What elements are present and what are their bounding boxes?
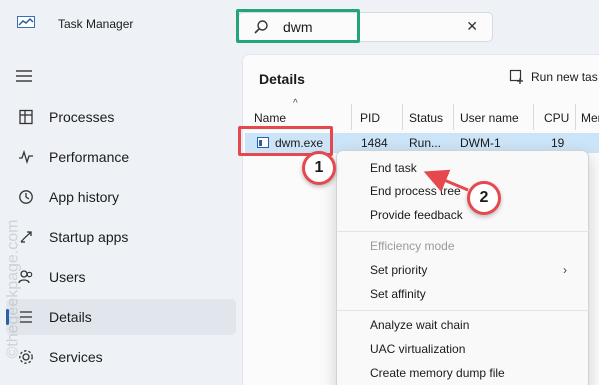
step-1-badge: 1 [302, 151, 336, 185]
column-divider[interactable] [453, 104, 454, 130]
column-header-name[interactable]: Name [254, 111, 286, 125]
sidebar-item-label: Users [49, 269, 86, 285]
cell-pid: 1484 [361, 136, 388, 150]
menu-separator [337, 310, 589, 311]
sidebar-item-services[interactable]: Services [6, 339, 236, 375]
menu-item-set-affinity[interactable]: Set affinity [370, 287, 426, 301]
app-title: Task Manager [58, 17, 134, 31]
step-2-badge: 2 [467, 181, 501, 215]
sidebar-item-details[interactable]: Details [6, 299, 236, 335]
menu-item-efficiency-mode: Efficiency mode [370, 239, 455, 253]
column-header-user-name[interactable]: User name [460, 111, 519, 125]
app-history-icon [19, 190, 33, 204]
column-header-status[interactable]: Status [409, 111, 443, 125]
menu-item-create-memory-dump[interactable]: Create memory dump file [370, 366, 505, 380]
run-new-task-button[interactable]: Run new tas [509, 69, 598, 85]
page-title: Details [259, 71, 305, 87]
run-new-task-label: Run new tas [531, 70, 598, 84]
cell-status: Run... [409, 136, 442, 150]
column-header-memory[interactable]: Mer [581, 111, 599, 125]
sidebar-item-label: Startup apps [49, 229, 129, 245]
menu-item-set-priority[interactable]: Set priority [370, 263, 427, 277]
sidebar-item-label: Details [49, 309, 92, 325]
context-menu: End task End process tree Provide feedba… [336, 150, 589, 385]
run-new-task-icon [509, 69, 523, 84]
chevron-right-icon: › [563, 263, 567, 277]
performance-icon [19, 149, 33, 165]
sidebar-item-startup-apps[interactable]: Startup apps [6, 219, 236, 255]
menu-item-end-task[interactable]: End task [370, 161, 417, 175]
cell-cpu: 19 [551, 136, 565, 150]
menu-item-analyze-wait-chain[interactable]: Analyze wait chain [370, 318, 469, 332]
menu-item-provide-feedback[interactable]: Provide feedback [370, 208, 463, 222]
cell-user-name: DWM-1 [460, 136, 501, 150]
column-header-cpu[interactable]: CPU [544, 111, 569, 125]
sidebar-item-users[interactable]: Users [6, 259, 236, 295]
sidebar-item-label: Performance [49, 149, 130, 165]
processes-icon [19, 109, 33, 125]
sidebar-item-processes[interactable]: Processes [6, 99, 236, 135]
sidebar-item-label: Services [49, 349, 103, 365]
close-icon[interactable]: ✕ [466, 18, 478, 35]
column-divider[interactable] [402, 104, 403, 130]
menu-separator [337, 231, 589, 232]
sidebar-item-performance[interactable]: Performance [6, 139, 236, 175]
sidebar-item-label: Processes [49, 109, 115, 125]
column-divider[interactable] [533, 104, 534, 130]
hamburger-menu-icon[interactable] [16, 70, 32, 82]
sidebar-item-label: App history [49, 189, 120, 205]
menu-item-end-process-tree[interactable]: End process tree [370, 184, 461, 198]
sort-ascending-icon: ^ [293, 98, 298, 109]
column-divider[interactable] [351, 104, 352, 130]
sidebar-item-app-history[interactable]: App history [6, 179, 236, 215]
menu-item-uac-virtualization[interactable]: UAC virtualization [370, 342, 465, 356]
column-divider[interactable] [575, 104, 576, 130]
column-header-pid[interactable]: PID [360, 111, 380, 125]
watermark: ©thegeekpage.com [4, 219, 22, 359]
task-manager-icon [17, 16, 35, 28]
search-highlight-box [236, 9, 360, 43]
